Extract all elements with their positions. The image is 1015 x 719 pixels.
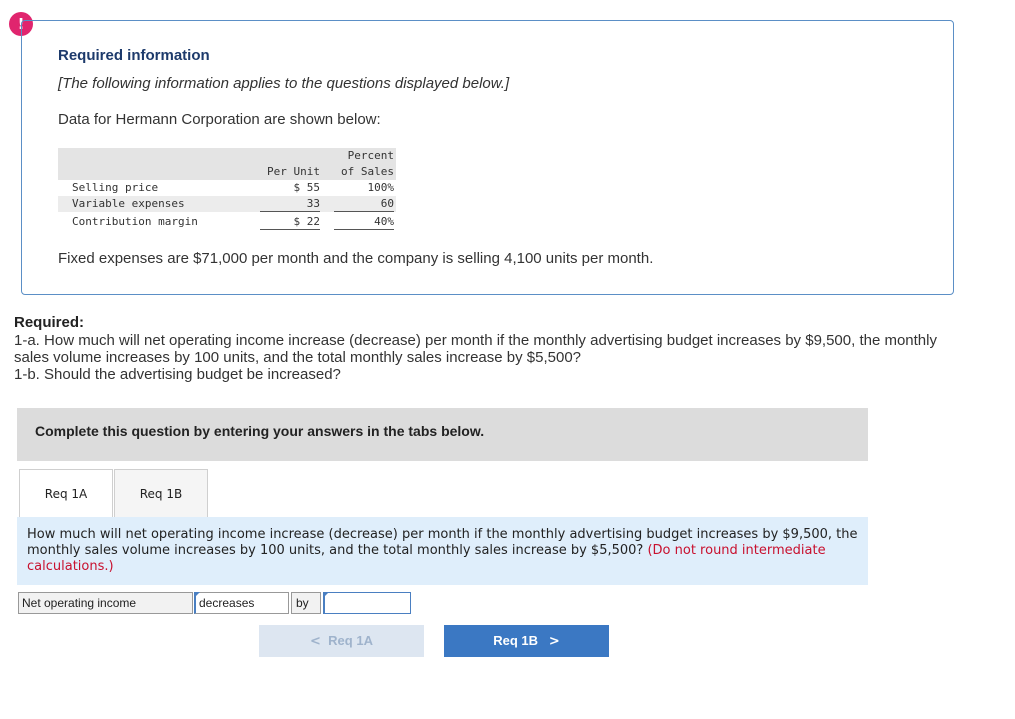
row-per-unit: $ 55 — [293, 181, 321, 194]
required-heading: Required: — [14, 314, 85, 331]
required-text: 1-a. How much will net operating income … — [14, 332, 974, 383]
amount-input[interactable] — [323, 592, 411, 614]
total-rule — [260, 229, 320, 230]
header-percent: Percent — [347, 149, 394, 162]
chevron-right-icon: > — [548, 634, 560, 649]
prev-button[interactable]: < Req 1A — [259, 625, 424, 657]
table-row: Selling price $ 55 100% — [58, 180, 396, 196]
row-label: Contribution margin — [72, 215, 198, 228]
data-table: Percent Per Unit of Sales Selling price … — [58, 148, 396, 232]
table-header-row: Per Unit of Sales — [58, 164, 396, 180]
table-row: Contribution margin $ 22 40% — [58, 212, 396, 232]
table-row: Variable expenses 33 60 — [58, 196, 396, 212]
row-percent: 100% — [367, 181, 395, 194]
tab-req-1a[interactable]: Req 1A — [19, 469, 113, 517]
instructions-bar: Complete this question by entering your … — [17, 408, 868, 461]
instructions-text: Complete this question by entering your … — [35, 423, 485, 439]
row-per-unit: 33 — [306, 197, 320, 210]
info-intro: Data for Hermann Corporation are shown b… — [58, 111, 381, 128]
direction-select[interactable]: decreases — [194, 592, 289, 614]
row-label: Selling price — [72, 181, 159, 194]
info-note: [The following information applies to th… — [58, 75, 510, 92]
tab-req-1b[interactable]: Req 1B — [114, 469, 208, 517]
answer-label: Net operating income — [18, 592, 193, 614]
required-information-panel: Required information [The following info… — [21, 20, 954, 295]
header-of-sales: of Sales — [341, 165, 394, 178]
prev-label: Req 1A — [328, 633, 373, 648]
row-label: Variable expenses — [72, 197, 185, 210]
row-percent: 60 — [380, 197, 394, 210]
info-title: Required information — [58, 47, 210, 64]
next-button[interactable]: Req 1B > — [444, 625, 609, 657]
next-label: Req 1B — [493, 633, 539, 648]
total-rule — [334, 229, 394, 230]
fixed-expenses-text: Fixed expenses are $71,000 per month and… — [58, 250, 654, 267]
table-header-row: Percent — [58, 148, 396, 164]
required-line-1b: 1-b. Should the advertising budget be in… — [14, 366, 341, 383]
input-flag-icon — [323, 592, 329, 598]
by-label: by — [291, 592, 321, 614]
dropdown-flag-icon — [194, 592, 200, 598]
chevron-left-icon: < — [310, 634, 321, 649]
question-text: How much will net operating income incre… — [27, 527, 862, 575]
required-line-1a: 1-a. How much will net operating income … — [14, 332, 937, 366]
question-panel: How much will net operating income incre… — [17, 517, 868, 585]
header-per-unit: Per Unit — [267, 165, 320, 178]
